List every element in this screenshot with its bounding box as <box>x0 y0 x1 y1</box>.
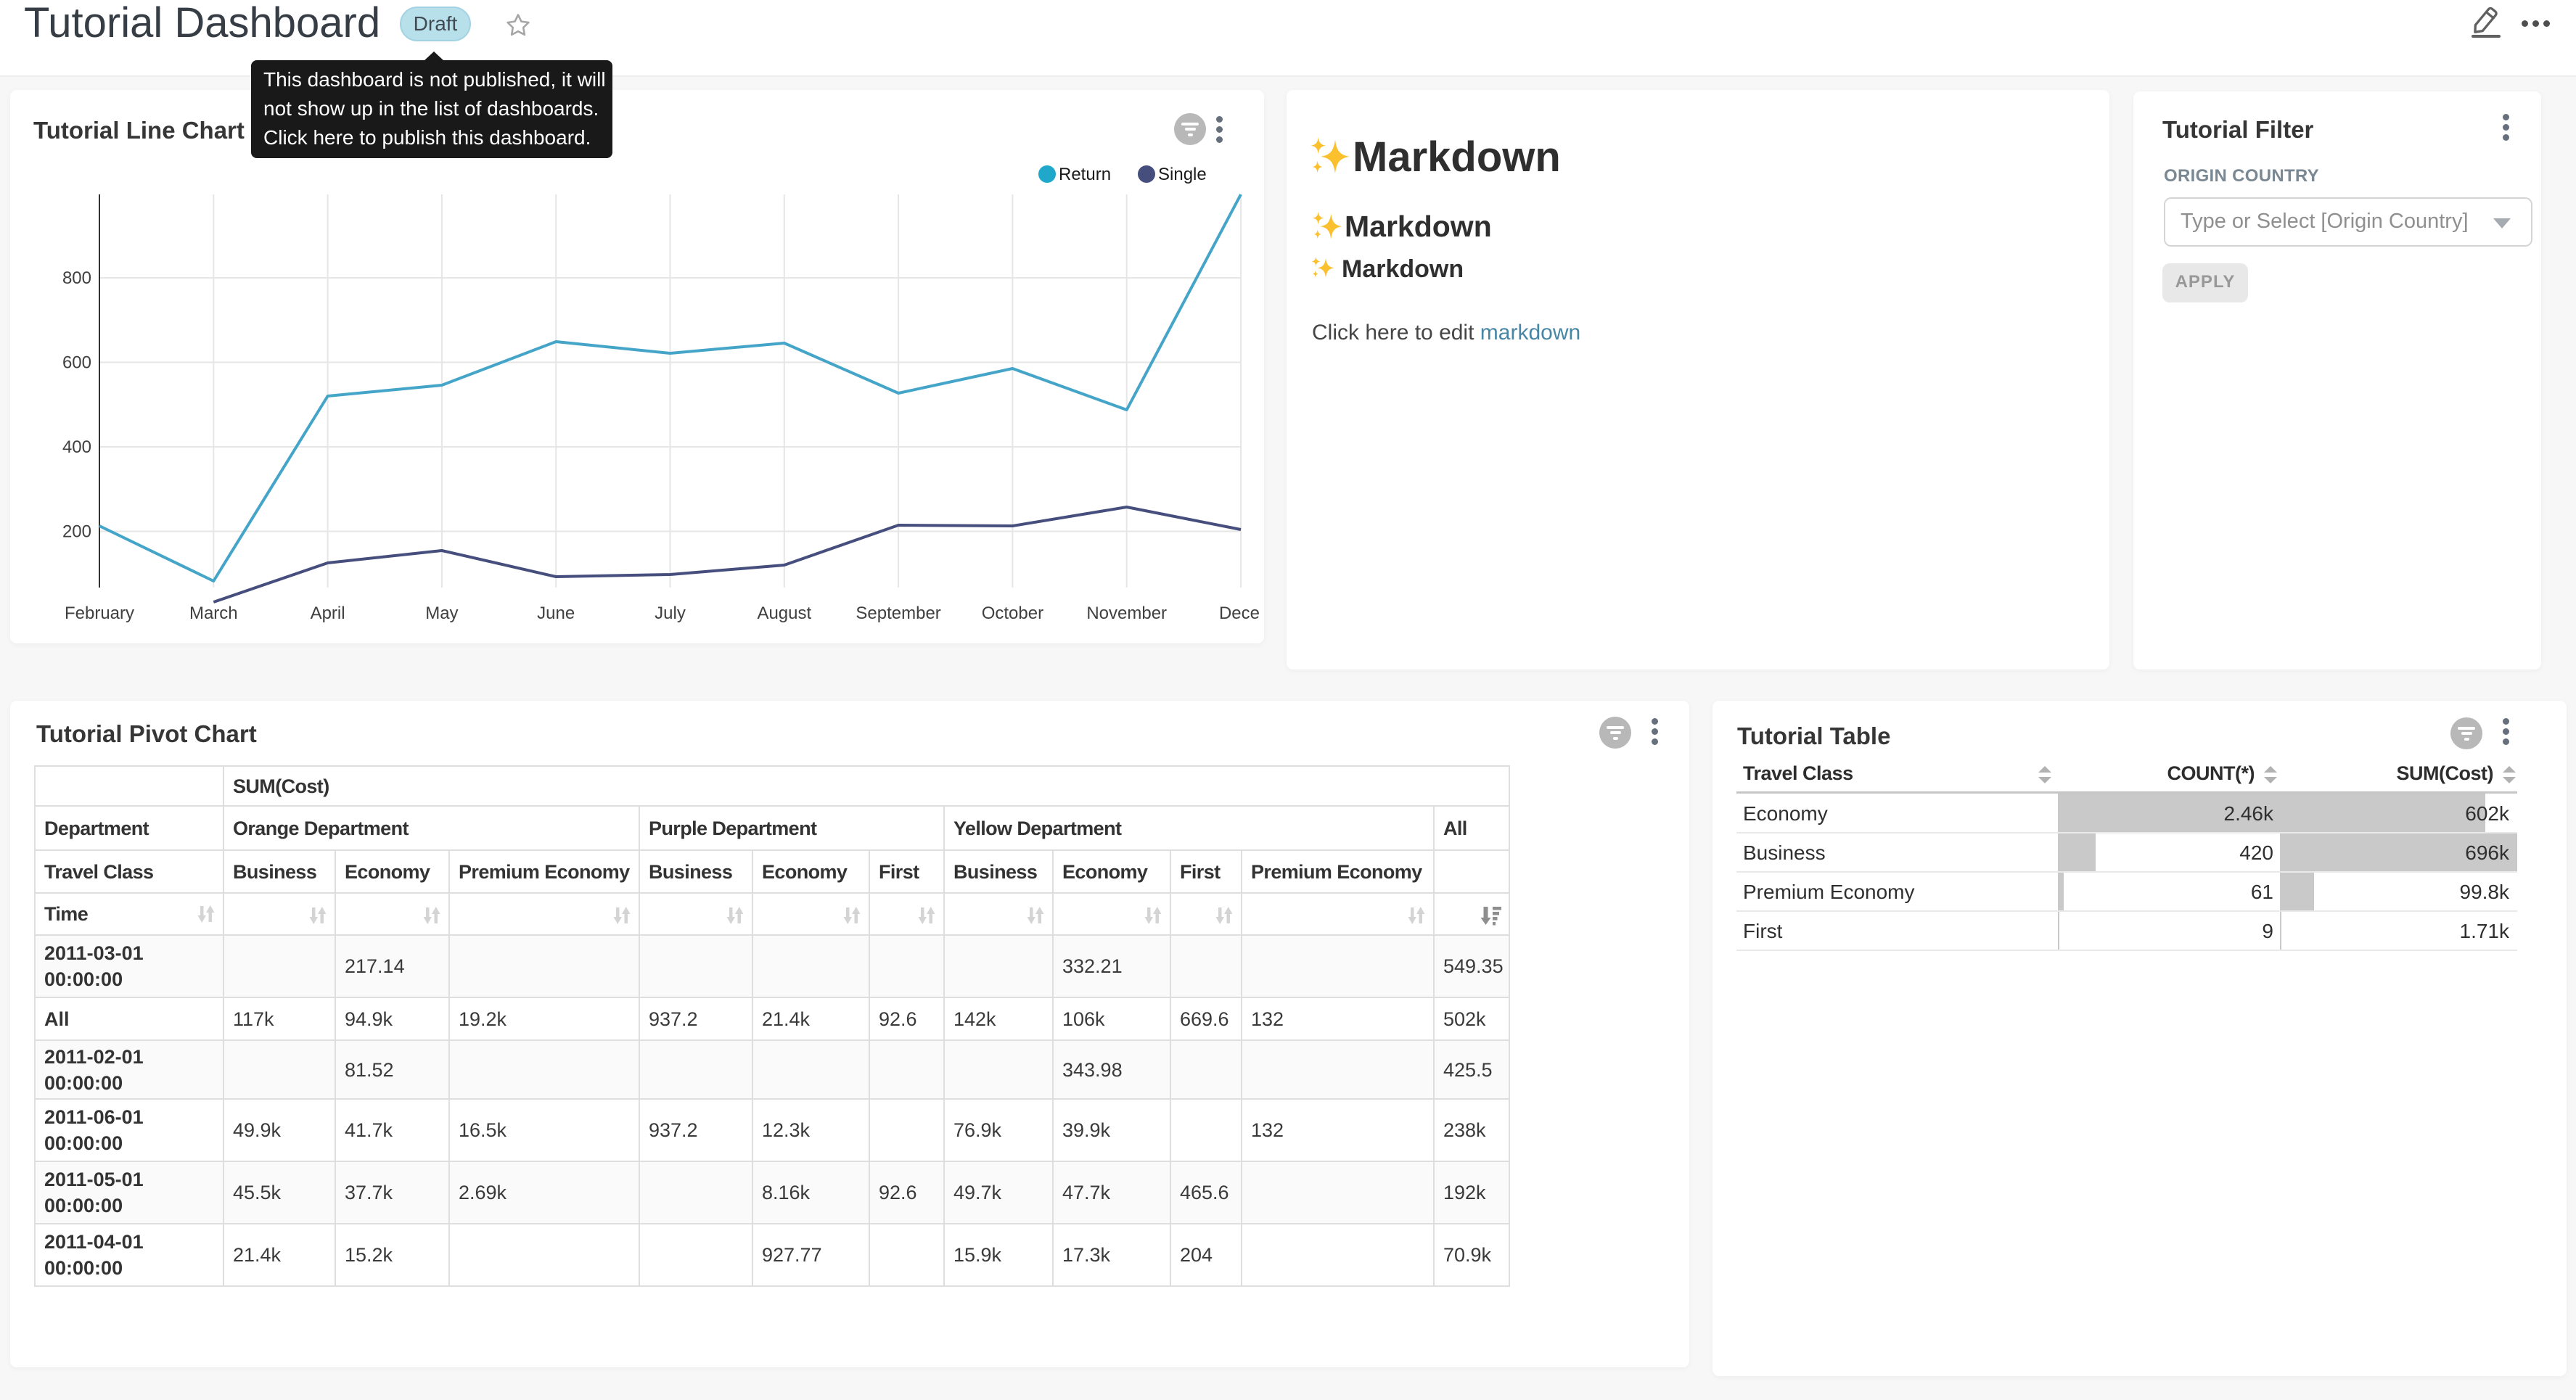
svg-text:Dece: Dece <box>1219 604 1260 623</box>
svg-text:June: June <box>537 604 575 623</box>
svg-text:October: October <box>982 604 1043 623</box>
svg-text:Return: Return <box>1059 165 1111 184</box>
svg-text:March: March <box>189 604 238 623</box>
svg-text:May: May <box>425 604 458 623</box>
svg-text:September: September <box>856 604 940 623</box>
svg-text:Single: Single <box>1158 165 1207 184</box>
svg-text:200: 200 <box>62 522 91 542</box>
svg-text:800: 800 <box>62 268 91 288</box>
svg-text:July: July <box>655 604 686 623</box>
svg-text:400: 400 <box>62 437 91 457</box>
svg-text:November: November <box>1086 604 1167 623</box>
svg-text:August: August <box>757 604 811 623</box>
svg-text:April: April <box>311 604 345 623</box>
svg-text:February: February <box>65 604 134 623</box>
svg-text:600: 600 <box>62 353 91 373</box>
